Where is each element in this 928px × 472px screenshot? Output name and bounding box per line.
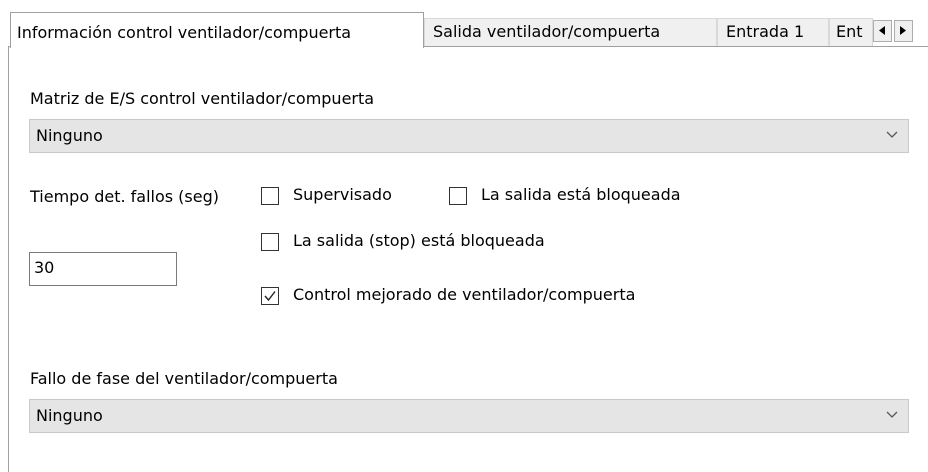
- tab-scroll-left-button[interactable]: [873, 20, 892, 42]
- phase-fault-label: Fallo de fase del ventilador/compuerta: [30, 369, 338, 388]
- stop-output-locked-checkbox[interactable]: [261, 233, 279, 251]
- tab-label: Información control ventilador/compuerta: [17, 23, 352, 42]
- tab-input-2-partial[interactable]: Ent: [829, 18, 873, 46]
- checkmark-icon: [264, 291, 276, 302]
- io-matrix-label: Matriz de E/S control ventilador/compuer…: [30, 89, 375, 108]
- phase-fault-value: Ninguno: [36, 406, 103, 425]
- io-matrix-select[interactable]: Ninguno: [29, 119, 909, 153]
- tab-fan-damper-output[interactable]: Salida ventilador/compuerta: [424, 18, 717, 46]
- fault-time-input[interactable]: 30: [29, 252, 177, 286]
- improved-control-checkbox[interactable]: [261, 287, 279, 305]
- tab-page-content: Matriz de E/S control ventilador/compuer…: [8, 46, 928, 472]
- dialog-window: Información control ventilador/compuerta…: [0, 0, 928, 472]
- stop-output-locked-label: La salida (stop) está bloqueada: [293, 231, 545, 250]
- chevron-down-icon: [886, 131, 898, 138]
- arrow-right-icon: [900, 26, 906, 35]
- fault-time-value: 30: [34, 258, 55, 277]
- output-locked-checkbox[interactable]: [449, 187, 467, 205]
- supervised-label: Supervisado: [293, 185, 392, 204]
- tab-label: Entrada 1: [726, 22, 805, 41]
- phase-fault-select[interactable]: Ninguno: [29, 399, 909, 433]
- tab-label: Salida ventilador/compuerta: [433, 22, 661, 41]
- tab-fan-damper-control-info[interactable]: Información control ventilador/compuerta: [10, 12, 424, 48]
- improved-control-label: Control mejorado de ventilador/compuerta: [293, 285, 636, 304]
- fault-time-label: Tiempo det. fallos (seg): [30, 187, 219, 206]
- io-matrix-value: Ninguno: [36, 126, 103, 145]
- tab-label: Ent: [836, 22, 863, 41]
- supervised-checkbox[interactable]: [261, 187, 279, 205]
- output-locked-label: La salida está bloqueada: [481, 185, 681, 204]
- arrow-left-icon: [879, 26, 885, 35]
- tab-strip: Información control ventilador/compuerta…: [0, 0, 928, 48]
- tab-scroll-right-button[interactable]: [894, 20, 913, 42]
- tab-input-1[interactable]: Entrada 1: [717, 18, 829, 46]
- chevron-down-icon: [886, 411, 898, 418]
